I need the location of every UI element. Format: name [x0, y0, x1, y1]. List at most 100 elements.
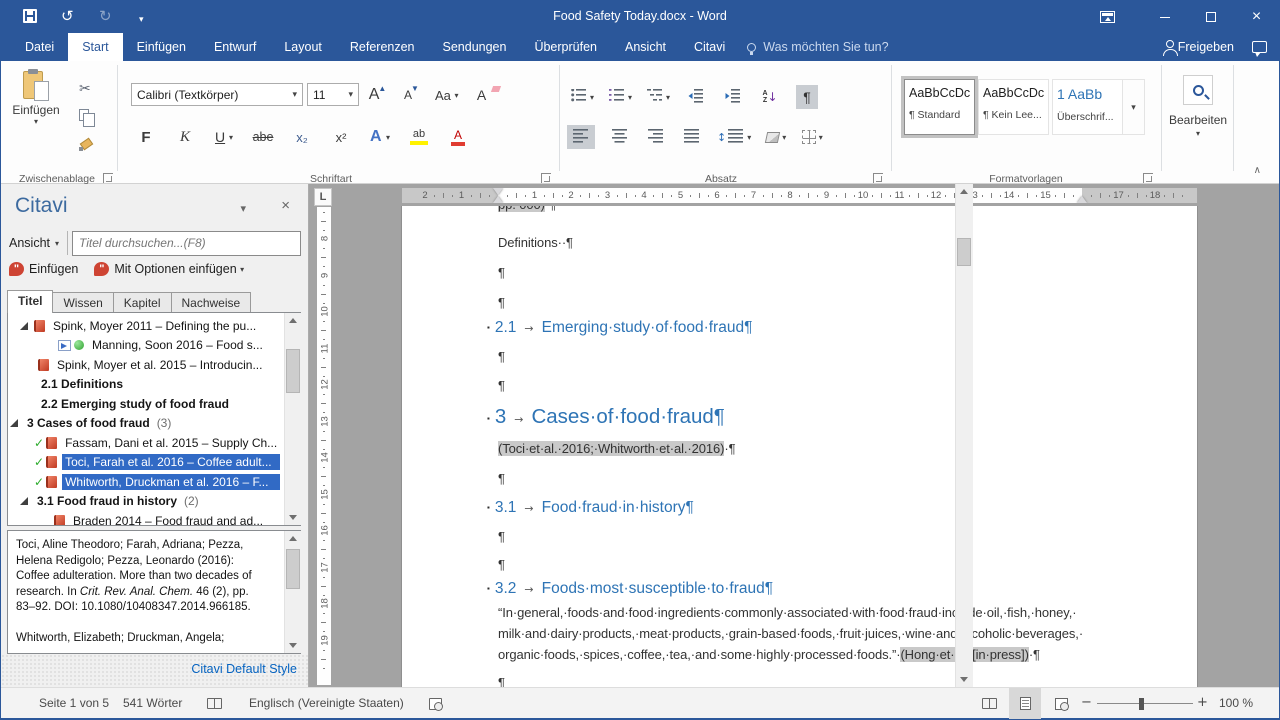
web-layout-button[interactable]: [1045, 688, 1077, 719]
tab-citavi[interactable]: Citavi: [680, 33, 739, 61]
insert-button[interactable]: "Einfügen: [9, 262, 78, 276]
styles-gallery-more-icon[interactable]: ▾: [1123, 79, 1145, 135]
borders-button[interactable]: ▾: [801, 125, 823, 149]
doc-paragraph[interactable]: ¶: [498, 675, 505, 687]
highlight-button[interactable]: ab: [408, 125, 430, 149]
grow-font-button[interactable]: A▲: [367, 83, 389, 107]
style-card-no-spacing[interactable]: AaBbCcDc ¶ Kein Lee...: [978, 79, 1049, 135]
numbering-button[interactable]: ▾: [609, 85, 632, 109]
doc-paragraph[interactable]: ¶: [498, 378, 505, 393]
expander-icon[interactable]: [10, 419, 18, 427]
pane-options-icon[interactable]: ▾: [240, 202, 246, 215]
doc-paragraph[interactable]: milk·and·dairy·products,·meat·products,·…: [498, 626, 1083, 641]
tell-me-box[interactable]: Was möchten Sie tun?: [739, 33, 888, 61]
horizontal-ruler[interactable]: 211234567891011121314151718: [402, 188, 1197, 203]
citation-style-link[interactable]: Citavi Default Style: [191, 662, 297, 676]
doc-heading[interactable]: ▪2.1→Emerging·study·of·food·fraud¶: [498, 319, 752, 337]
paragraph-dialog-launcher[interactable]: [873, 173, 883, 183]
editing-group[interactable]: Bearbeiten ▾: [1169, 75, 1227, 138]
ind-hang-indent-marker[interactable]: [493, 196, 503, 203]
print-layout-button[interactable]: [1009, 688, 1041, 719]
bullets-button[interactable]: ▾: [571, 85, 594, 109]
list-item[interactable]: ✓Fassam, Dani et al. 2015 – Supply Ch...: [8, 433, 300, 453]
copy-icon[interactable]: [79, 109, 89, 121]
align-right-button[interactable]: [645, 125, 667, 149]
word-count[interactable]: 541 Wörter: [123, 696, 182, 710]
underline-button[interactable]: U ▾: [213, 125, 235, 149]
list-item[interactable]: Manning, Soon 2016 – Food s...: [8, 336, 300, 356]
tab-datei[interactable]: Datei: [11, 33, 68, 61]
shading-button[interactable]: ▾: [765, 125, 787, 149]
zoom-out-button[interactable]: −: [1081, 695, 1092, 710]
style-card-heading1[interactable]: 1 AaBb Überschrif...: [1052, 79, 1123, 135]
zoom-in-button[interactable]: +: [1197, 695, 1208, 710]
detail-scrollbar[interactable]: [284, 531, 301, 653]
doc-paragraph[interactable]: ¶: [498, 265, 505, 280]
tab-sendungen[interactable]: Sendungen: [429, 33, 521, 61]
change-case-button[interactable]: Aa ▾: [435, 83, 459, 107]
doc-paragraph[interactable]: (Toci·et·al.·2016;·Whitworth·et·al.·2016…: [498, 441, 736, 456]
subscript-button[interactable]: x₂: [291, 125, 313, 149]
proofing-icon[interactable]: [207, 698, 222, 712]
increase-indent-button[interactable]: [722, 85, 744, 109]
paste-button[interactable]: Einfügen ▾: [7, 65, 65, 165]
doc-heading[interactable]: ▪3.2→Foods·most·susceptible·to·fraud¶: [498, 580, 773, 598]
list-item[interactable]: 2.2 Emerging study of food fraud: [8, 394, 300, 414]
superscript-button[interactable]: x²: [330, 125, 352, 149]
doc-paragraph[interactable]: ¶: [498, 295, 505, 310]
list-item[interactable]: Braden 2014 – Food fraud and ad...: [8, 511, 300, 526]
view-dropdown[interactable]: Ansicht▾: [9, 236, 67, 250]
ind-first-indent-marker[interactable]: [493, 188, 503, 195]
zoom-slider-track[interactable]: [1097, 703, 1193, 704]
list-item[interactable]: 3.1 Food fraud in history(2): [8, 492, 300, 512]
list-item[interactable]: Spink, Moyer 2011 – Defining the pu...: [8, 316, 300, 336]
search-input[interactable]: [72, 231, 301, 256]
show-formatting-marks-button[interactable]: ¶: [796, 85, 818, 109]
doc-heading[interactable]: ▪3.1→Food·fraud·in·history¶: [498, 499, 694, 517]
comments-icon[interactable]: [1252, 41, 1267, 53]
expander-icon[interactable]: [20, 322, 28, 330]
tab-stop-selector[interactable]: L: [314, 188, 332, 206]
tab-referenzen[interactable]: Referenzen: [336, 33, 429, 61]
doc-paragraph[interactable]: ¶: [498, 471, 505, 486]
ribbon-display-options-icon[interactable]: [1087, 1, 1127, 33]
expander-icon[interactable]: [20, 497, 28, 505]
vertical-ruler[interactable]: 8910111213141516171819: [317, 207, 331, 685]
bold-button[interactable]: F: [135, 125, 157, 149]
tab-einfügen[interactable]: Einfügen: [123, 33, 200, 61]
citavi-tab-nachweise[interactable]: Nachweise: [171, 292, 252, 313]
citavi-tab-wissen[interactable]: Wissen: [52, 292, 113, 313]
strikethrough-button[interactable]: abe: [252, 125, 274, 149]
list-item[interactable]: ✓Toci, Farah et al. 2016 – Coffee adult.…: [8, 453, 300, 473]
clear-formatting-button[interactable]: A: [471, 83, 493, 107]
document-page[interactable]: pp. 000)·¶Definitions··¶¶¶▪2.1→Emerging·…: [402, 206, 1197, 687]
font-name-combo[interactable]: Calibri (Textkörper) ▾: [131, 83, 303, 106]
close-button[interactable]: ×: [1234, 1, 1279, 33]
styles-dialog-launcher[interactable]: [1143, 173, 1153, 183]
pane-close-icon[interactable]: ×: [281, 197, 290, 214]
shrink-font-button[interactable]: A▼: [401, 83, 423, 107]
tab-start[interactable]: Start: [68, 33, 122, 61]
doc-paragraph[interactable]: Definitions··¶: [498, 235, 573, 250]
tab-entwurf[interactable]: Entwurf: [200, 33, 270, 61]
maximize-button[interactable]: [1188, 1, 1233, 33]
document-scrollbar[interactable]: [955, 184, 973, 687]
font-size-combo[interactable]: 11 ▾: [307, 83, 359, 106]
page-indicator[interactable]: Seite 1 von 5: [39, 696, 109, 710]
doc-paragraph[interactable]: ¶: [498, 557, 505, 572]
list-item[interactable]: ✓Whitworth, Druckman et al. 2016 – F...: [8, 472, 300, 492]
font-dialog-launcher[interactable]: [541, 173, 551, 183]
format-painter-icon[interactable]: [79, 139, 92, 152]
doc-paragraph[interactable]: “In·general,·foods·and·food·ingredients·…: [498, 605, 1076, 620]
tab-überprüfen[interactable]: Überprüfen: [520, 33, 611, 61]
doc-paragraph[interactable]: ¶: [498, 529, 505, 544]
sort-button[interactable]: AZ↓: [759, 85, 781, 109]
list-item[interactable]: Spink, Moyer et al. 2015 – Introducin...: [8, 355, 300, 375]
italic-button[interactable]: K: [174, 125, 196, 149]
multilevel-list-button[interactable]: ▾: [647, 85, 670, 109]
list-item[interactable]: 2.1 Definitions: [8, 375, 300, 395]
ind-right-indent-marker[interactable]: [1077, 196, 1087, 203]
decrease-indent-button[interactable]: [685, 85, 707, 109]
list-item[interactable]: 3 Cases of food fraud(3): [8, 414, 300, 434]
insert-with-options-button[interactable]: "Mit Optionen einfügen ▾: [94, 262, 244, 276]
